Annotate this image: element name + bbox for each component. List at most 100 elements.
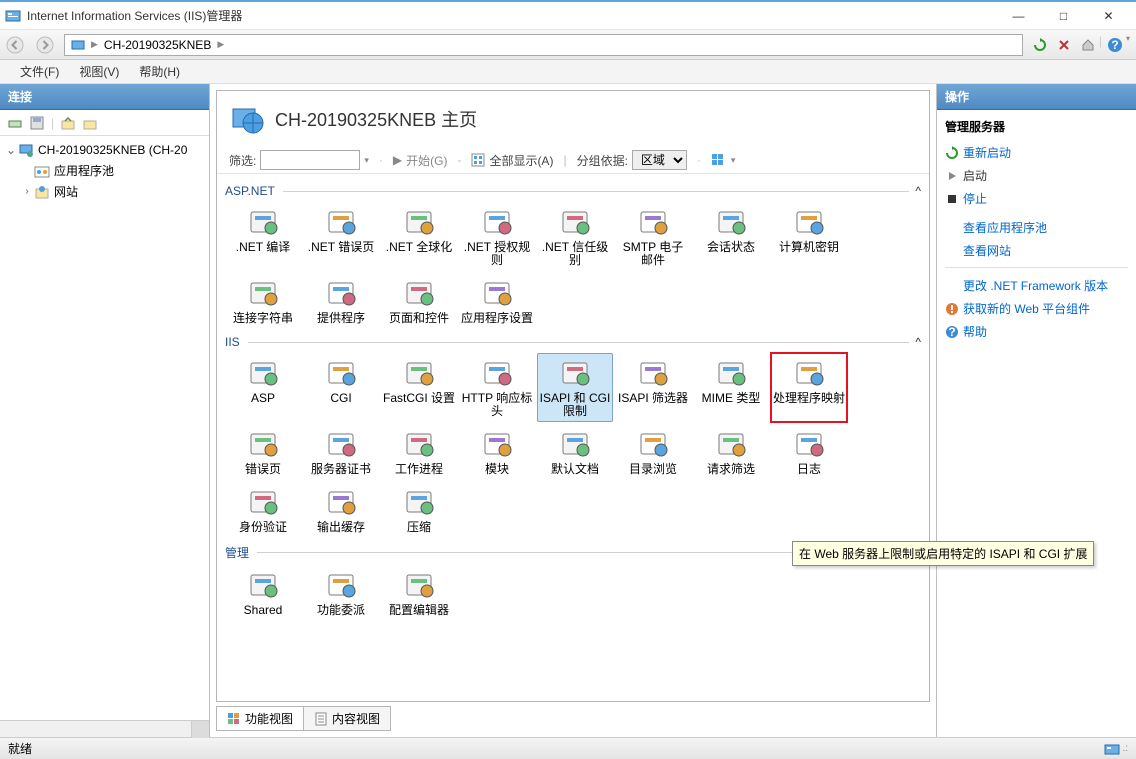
feature-item[interactable]: SMTP 电子邮件 <box>615 202 691 271</box>
section-iis[interactable]: IIS ^ <box>225 335 921 349</box>
feature-icon <box>481 357 513 389</box>
feature-icon <box>325 206 357 238</box>
action-change-framework[interactable]: 更改 .NET Framework 版本 <box>945 274 1128 297</box>
feature-item[interactable]: 压缩 <box>381 482 457 538</box>
view-mode-icon[interactable] <box>711 153 727 167</box>
feature-icon <box>403 428 435 460</box>
feature-item[interactable]: 计算机密钥 <box>771 202 847 271</box>
feature-item[interactable]: 会话状态 <box>693 202 769 271</box>
home-button[interactable] <box>1077 34 1099 56</box>
nav-forward-button[interactable] <box>30 31 60 59</box>
feature-item[interactable]: .NET 信任级别 <box>537 202 613 271</box>
feature-item[interactable]: HTTP 响应标头 <box>459 353 535 422</box>
page-title-row: CH-20190325KNEB 主页 <box>217 91 929 147</box>
groupby-select[interactable]: 区域 <box>632 150 687 170</box>
feature-icon <box>247 428 279 460</box>
menu-help[interactable]: 帮助(H) <box>129 63 190 80</box>
help-button-toolbar[interactable]: ? <box>1104 34 1126 56</box>
expand-icon[interactable]: › <box>20 186 34 197</box>
feature-item[interactable]: 处理程序映射 <box>771 353 847 422</box>
collapse-caret-icon[interactable]: ^ <box>915 184 921 198</box>
action-start[interactable]: 启动 <box>945 164 1128 187</box>
feature-item[interactable]: ISAPI 筛选器 <box>615 353 691 422</box>
feature-label: FastCGI 设置 <box>383 392 455 405</box>
feature-item[interactable]: .NET 全球化 <box>381 202 457 271</box>
statusbar-config-icon[interactable] <box>1104 741 1120 757</box>
feature-item[interactable]: .NET 编译 <box>225 202 301 271</box>
actions-panel: 操作 管理服务器 重新启动 启动 停止 查看应用程序池 查看网站 <box>936 84 1136 737</box>
showall-label[interactable]: 全部显示(A) <box>489 152 553 169</box>
feature-item[interactable]: ISAPI 和 CGI 限制 <box>537 353 613 422</box>
action-view-apppools[interactable]: 查看应用程序池 <box>945 216 1128 239</box>
menu-file[interactable]: 文件(F) <box>10 63 69 80</box>
feature-item[interactable]: 日志 <box>771 424 847 480</box>
stop-button-toolbar[interactable] <box>1053 34 1075 56</box>
feature-item[interactable]: 页面和控件 <box>381 273 457 329</box>
window-title: Internet Information Services (IIS)管理器 <box>27 7 996 24</box>
feature-item[interactable]: 身份验证 <box>225 482 301 538</box>
groupby-label: 分组依据: <box>577 152 628 169</box>
feature-label: .NET 信任级别 <box>539 241 611 267</box>
statusbar: 就绪 .: <box>0 737 1136 759</box>
start-label[interactable]: 开始(G) <box>406 152 447 169</box>
feature-item[interactable]: 错误页 <box>225 424 301 480</box>
feature-item[interactable]: 配置编辑器 <box>381 565 457 621</box>
section-aspnet[interactable]: ASP.NET ^ <box>225 184 921 198</box>
tab-content-view[interactable]: 内容视图 <box>303 706 391 731</box>
feature-item[interactable]: 默认文档 <box>537 424 613 480</box>
feature-item[interactable]: 应用程序设置 <box>459 273 535 329</box>
tab-features-view[interactable]: 功能视图 <box>216 706 304 731</box>
maximize-button[interactable]: □ <box>1041 2 1086 30</box>
collapse-icon[interactable]: ⌄ <box>4 143 18 157</box>
feature-item[interactable]: 提供程序 <box>303 273 379 329</box>
tree-root[interactable]: ⌄ CH-20190325KNEB (CH-20 <box>2 140 207 160</box>
feature-item[interactable]: .NET 错误页 <box>303 202 379 271</box>
menu-view[interactable]: 视图(V) <box>69 63 129 80</box>
filter-input[interactable] <box>260 150 360 170</box>
feature-item[interactable]: MIME 类型 <box>693 353 769 422</box>
feature-label: ISAPI 筛选器 <box>617 392 689 405</box>
feature-label: Shared <box>227 604 299 617</box>
action-restart[interactable]: 重新启动 <box>945 141 1128 164</box>
feature-icon <box>559 428 591 460</box>
minimize-button[interactable]: — <box>996 2 1041 30</box>
feature-item[interactable]: .NET 授权规则 <box>459 202 535 271</box>
feature-item[interactable]: 目录浏览 <box>615 424 691 480</box>
action-view-sites[interactable]: 查看网站 <box>945 239 1128 262</box>
tree-apppools[interactable]: 应用程序池 <box>2 160 207 181</box>
feature-item[interactable]: 功能委派 <box>303 565 379 621</box>
feature-item[interactable]: CGI <box>303 353 379 422</box>
feature-item[interactable]: 服务器证书 <box>303 424 379 480</box>
connections-header: 连接 <box>0 84 209 110</box>
feature-item[interactable]: 连接字符串 <box>225 273 301 329</box>
help-icon: ? <box>945 325 959 339</box>
feature-item[interactable]: ASP <box>225 353 301 422</box>
feature-item[interactable]: 工作进程 <box>381 424 457 480</box>
feature-item[interactable]: 输出缓存 <box>303 482 379 538</box>
action-get-webpi[interactable]: 获取新的 Web 平台组件 <box>945 297 1128 320</box>
feature-label: 默认文档 <box>539 463 611 476</box>
collapse-caret-icon[interactable]: ^ <box>915 335 921 349</box>
feature-item[interactable]: Shared <box>225 565 301 621</box>
tree-sites[interactable]: › 网站 <box>2 181 207 202</box>
feature-icon <box>715 428 747 460</box>
center-panel: CH-20190325KNEB 主页 筛选: ▾ · ▶ 开始(G) - 全部显… <box>210 84 936 737</box>
action-help[interactable]: ? 帮助 <box>945 320 1128 343</box>
sidebar-scrollbar[interactable] <box>0 720 209 737</box>
nav-back-button[interactable] <box>0 31 30 59</box>
feature-item[interactable]: FastCGI 设置 <box>381 353 457 422</box>
breadcrumb-host[interactable]: CH-20190325KNEB <box>104 38 211 52</box>
connections-toolbar: | <box>0 110 209 136</box>
feature-icon <box>481 277 513 309</box>
connect-icon[interactable] <box>4 112 26 134</box>
feature-item[interactable]: 请求筛选 <box>693 424 769 480</box>
close-button[interactable]: ✕ <box>1086 2 1131 30</box>
address-bar[interactable]: ▶ CH-20190325KNEB ▶ <box>64 34 1023 56</box>
refresh-button[interactable] <box>1029 34 1051 56</box>
feature-item[interactable]: 模块 <box>459 424 535 480</box>
action-stop[interactable]: 停止 <box>945 187 1128 210</box>
save-icon[interactable] <box>26 112 48 134</box>
features-view-icon <box>227 712 241 726</box>
level-icon[interactable] <box>79 112 101 134</box>
up-icon[interactable] <box>57 112 79 134</box>
